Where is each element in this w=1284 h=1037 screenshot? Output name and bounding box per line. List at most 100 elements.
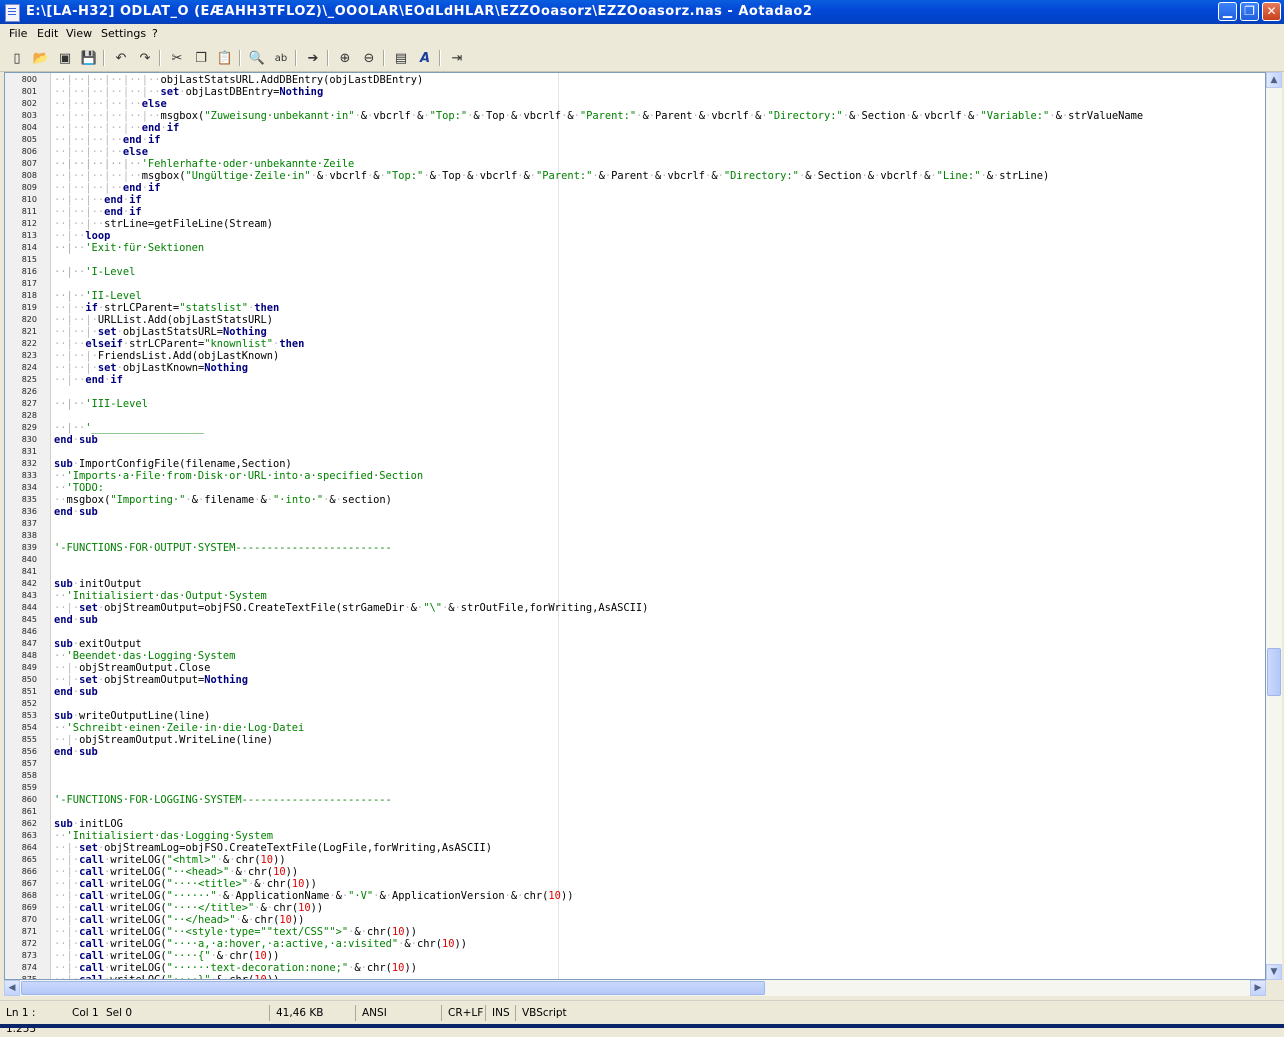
code-line[interactable]: 820 ··|··|·URLList.Add(objLastStatsURL) <box>5 314 1265 326</box>
code-text[interactable]: ··|··|··end·if <box>54 194 142 206</box>
code-text[interactable]: ··|·call·writeLOG("······text-decoration… <box>54 962 417 974</box>
goto-icon[interactable]: ➔ <box>303 48 323 68</box>
vertical-scrollbar[interactable]: ▲ ▼ <box>1266 72 1282 980</box>
code-text[interactable]: ··|··end·if <box>54 374 123 386</box>
code-line[interactable]: 866 ··|·call·writeLOG("··<head>"·&·chr(10… <box>5 866 1265 878</box>
code-text[interactable]: ··|·objStreamOutput.Close <box>54 662 210 674</box>
code-line[interactable]: 811 ··|··|··end·if <box>5 206 1265 218</box>
horizontal-scroll-thumb[interactable] <box>21 981 765 995</box>
paste-icon[interactable]: 📋 <box>215 48 235 68</box>
code-line[interactable]: 864 ··|·set·objStreamLog=objFSO.CreateTex… <box>5 842 1265 854</box>
code-line[interactable]: 821 ··|··|·set·objLastStatsURL=Nothing <box>5 326 1265 338</box>
code-text[interactable]: ··|··|·FriendsList.Add(objLastKnown) <box>54 350 279 362</box>
code-line[interactable]: 808 ··|··|··|··|··msgbox("Ungültige·Zeile… <box>5 170 1265 182</box>
vertical-scroll-thumb[interactable] <box>1267 648 1281 696</box>
code-line[interactable]: 826 <box>5 386 1265 398</box>
code-text[interactable]: ··|·call·writeLOG("····<title>"·&·chr(10… <box>54 878 317 890</box>
code-line[interactable]: 806 ··|··|··|··else <box>5 146 1265 158</box>
menu-file[interactable]: File <box>9 27 27 40</box>
code-line[interactable]: 827 ··|··'III-Level <box>5 398 1265 410</box>
code-line[interactable]: 841 <box>5 566 1265 578</box>
code-line[interactable]: 862 sub·initLOG <box>5 818 1265 830</box>
code-text[interactable]: ··|··|··|··|··'Fehlerhafte·oder·unbekann… <box>54 158 354 170</box>
code-line[interactable]: 816 ··|··'I-Level <box>5 266 1265 278</box>
code-line[interactable]: 852 <box>5 698 1265 710</box>
code-line[interactable]: 830 end·sub <box>5 434 1265 446</box>
code-text[interactable]: ··|··elseif·strLCParent="knownlist"·then <box>54 338 304 350</box>
code-text[interactable]: ··|··|··strLine=getFileLine(Stream) <box>54 218 273 230</box>
code-line[interactable]: 825 ··|··end·if <box>5 374 1265 386</box>
code-line[interactable]: 873 ··|·call·writeLOG("····{"·&·chr(10)) <box>5 950 1265 962</box>
horizontal-scrollbar[interactable]: ◀ ▶ <box>4 980 1266 996</box>
exit-icon[interactable]: ⇥ <box>447 48 467 68</box>
view-icon[interactable]: ▤ <box>391 48 411 68</box>
code-line[interactable]: 848 ··'Beendet·das·Logging·System <box>5 650 1265 662</box>
code-text[interactable]: ··|··|··end·if <box>54 206 142 218</box>
code-line[interactable]: 846 <box>5 626 1265 638</box>
zoom-in-icon[interactable]: ⊕ <box>335 48 355 68</box>
new-file-icon[interactable]: ▯ <box>7 48 27 68</box>
code-line[interactable]: 859 <box>5 782 1265 794</box>
code-line[interactable]: 861 <box>5 806 1265 818</box>
code-line[interactable]: 842 sub·initOutput <box>5 578 1265 590</box>
code-text[interactable]: sub·writeOutputLine(line) <box>54 710 210 722</box>
title-bar[interactable]: E:\[LA-H32] ODLAT_O (EÆAHH3TFLOZ)\_OOOLA… <box>0 0 1284 24</box>
code-line[interactable]: 867 ··|·call·writeLOG("····<title>"·&·chr… <box>5 878 1265 890</box>
code-text[interactable]: ··|·set·objStreamOutput=Nothing <box>54 674 248 686</box>
code-text[interactable]: ··'Beendet·das·Logging·System <box>54 650 235 662</box>
text-editor[interactable]: 800 ··|··|··|··|··|··objLastStatsURL.AddD… <box>4 72 1266 980</box>
code-text[interactable]: ··|·call·writeLOG("··<style·type=""text/… <box>54 926 417 938</box>
code-text[interactable]: ··|··|··|··|··msgbox("Ungültige·Zeile·in… <box>54 170 1049 182</box>
code-text[interactable]: ··|··|··|··end·if <box>54 134 160 146</box>
code-line[interactable]: 807 ··|··|··|··|··'Fehlerhafte·oder·unbek… <box>5 158 1265 170</box>
scroll-left-arrow-icon[interactable]: ◀ <box>4 980 20 996</box>
code-text[interactable]: end·sub <box>54 746 98 758</box>
code-line[interactable]: 828 <box>5 410 1265 422</box>
replace-icon[interactable]: ab <box>271 48 291 68</box>
code-text[interactable]: ··|··'I-Level <box>54 266 135 278</box>
scroll-right-arrow-icon[interactable]: ▶ <box>1250 980 1266 996</box>
code-line[interactable]: 863 ··'Initialisiert·das·Logging·System <box>5 830 1265 842</box>
code-text[interactable]: ··|··'__________________ <box>54 422 204 434</box>
code-text[interactable]: ··|··|··|··else <box>54 146 148 158</box>
code-text[interactable]: ··|·call·writeLOG("····</title>"·&·chr(1… <box>54 902 323 914</box>
code-text[interactable]: ··|··|·set·objLastKnown=Nothing <box>54 362 248 374</box>
code-line[interactable]: 847 sub·exitOutput <box>5 638 1265 650</box>
code-text[interactable]: ··|·call·writeLOG("····a,·a:hover,·a:act… <box>54 938 467 950</box>
font-icon[interactable]: A <box>415 48 435 68</box>
favorites-icon[interactable]: ▣ <box>55 48 75 68</box>
code-text[interactable]: ··|··loop <box>54 230 110 242</box>
code-line[interactable]: 835 ··msgbox("Importing·"·&·filename·&·"·… <box>5 494 1265 506</box>
menu-edit[interactable]: Edit <box>37 27 58 40</box>
code-line[interactable]: 805 ··|··|··|··end·if <box>5 134 1265 146</box>
code-text[interactable]: ··msgbox("Importing·"·&·filename·&·"·int… <box>54 494 392 506</box>
code-text[interactable]: end·sub <box>54 614 98 626</box>
code-line[interactable]: 853 sub·writeOutputLine(line) <box>5 710 1265 722</box>
code-line[interactable]: 871 ··|·call·writeLOG("··<style·type=""te… <box>5 926 1265 938</box>
menu-settings[interactable]: Settings <box>101 27 146 40</box>
code-line[interactable]: 865 ··|·call·writeLOG("<html>"·&·chr(10)) <box>5 854 1265 866</box>
cut-icon[interactable]: ✂ <box>167 48 187 68</box>
code-line[interactable]: 870 ··|·call·writeLOG("··</head>"·&·chr(1… <box>5 914 1265 926</box>
code-line[interactable]: 813 ··|··loop <box>5 230 1265 242</box>
code-text[interactable]: ··|··|··|··|··|··objLastStatsURL.AddDBEn… <box>54 74 423 86</box>
code-line[interactable]: 812 ··|··|··strLine=getFileLine(Stream) <box>5 218 1265 230</box>
code-line[interactable]: 849 ··|·objStreamOutput.Close <box>5 662 1265 674</box>
code-line[interactable]: 850 ··|·set·objStreamOutput=Nothing <box>5 674 1265 686</box>
code-line[interactable]: 829 ··|··'__________________ <box>5 422 1265 434</box>
code-line[interactable]: 815 <box>5 254 1265 266</box>
code-text[interactable]: ··|··'Exit·für·Sektionen <box>54 242 204 254</box>
undo-icon[interactable]: ↶ <box>111 48 131 68</box>
code-line[interactable]: 837 <box>5 518 1265 530</box>
code-line[interactable]: 817 <box>5 278 1265 290</box>
code-line[interactable]: 814 ··|··'Exit·für·Sektionen <box>5 242 1265 254</box>
code-line[interactable]: 857 <box>5 758 1265 770</box>
code-text[interactable]: ··|··'II-Level <box>54 290 142 302</box>
minimize-button[interactable]: ▁ <box>1218 2 1237 21</box>
code-text[interactable]: ··|··|··|··|··|··set·objLastDBEntry=Noth… <box>54 86 323 98</box>
code-line[interactable]: 833 ··'Imports·a·File·from·Disk·or·URL·in… <box>5 470 1265 482</box>
scroll-down-arrow-icon[interactable]: ▼ <box>1266 964 1282 980</box>
code-line[interactable]: 869 ··|·call·writeLOG("····</title>"·&·ch… <box>5 902 1265 914</box>
code-line[interactable]: 855 ··|·objStreamOutput.WriteLine(line) <box>5 734 1265 746</box>
code-line[interactable]: 868 ··|·call·writeLOG("······"·&·Applicat… <box>5 890 1265 902</box>
